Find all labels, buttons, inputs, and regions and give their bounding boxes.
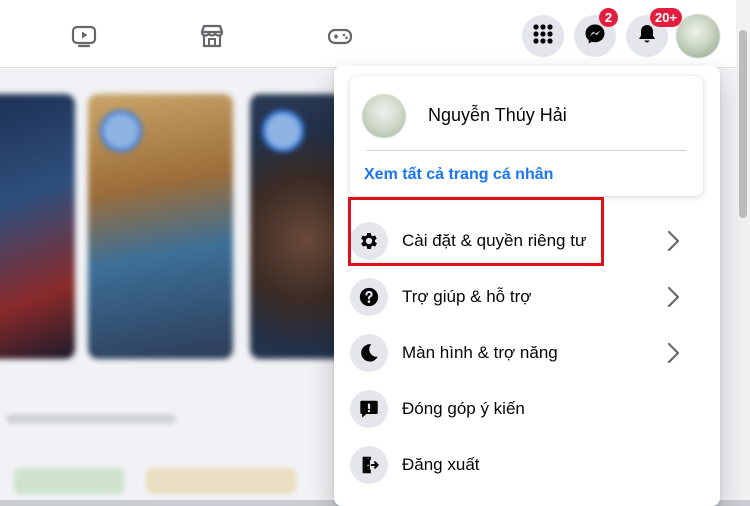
menu-item-display-accessibility[interactable]: Màn hình & trợ năng	[350, 334, 704, 382]
feedback-icon	[350, 390, 388, 428]
divider	[366, 150, 686, 151]
watch-icon[interactable]	[70, 22, 98, 50]
account-dropdown-menu: Nguyễn Thúy Hải Xem tất cả trang cá nhân…	[334, 66, 720, 506]
profile-avatar	[362, 94, 406, 138]
top-navigation-bar: 2 20+	[0, 0, 750, 68]
story-card	[250, 94, 345, 359]
menu-item-label: Đóng góp ý kiến	[402, 399, 525, 418]
menu-item-label: Màn hình & trợ năng	[402, 343, 558, 362]
bell-icon	[636, 23, 658, 50]
story-card	[0, 94, 75, 359]
feed-chip	[14, 468, 124, 494]
messenger-badge: 2	[599, 8, 618, 27]
menu-item-logout[interactable]: Đăng xuất	[350, 446, 704, 494]
gaming-icon[interactable]	[326, 22, 354, 50]
highlight-annotation-box	[348, 197, 604, 266]
menu-item-help-support[interactable]: Trợ giúp & hỗ trợ	[350, 278, 704, 326]
chevron-right-icon	[662, 340, 684, 366]
scrollbar-thumb[interactable]	[739, 30, 747, 218]
account-avatar-button[interactable]	[676, 14, 720, 58]
moon-icon	[350, 334, 388, 372]
profile-name: Nguyễn Thúy Hải	[428, 105, 567, 125]
menu-item-give-feedback[interactable]: Đóng góp ý kiến	[350, 390, 704, 438]
help-icon	[350, 278, 388, 316]
menu-item-label: Trợ giúp & hỗ trợ	[402, 287, 532, 306]
notifications-badge: 20+	[650, 8, 683, 27]
story-card	[88, 94, 233, 359]
feed-composer-placeholder	[6, 414, 176, 424]
chevron-right-icon	[662, 228, 684, 254]
scrollbar[interactable]	[736, 0, 750, 500]
feed-chip	[146, 468, 296, 494]
grid-menu-icon	[532, 23, 554, 50]
chevron-right-icon	[662, 284, 684, 310]
messenger-button[interactable]: 2	[574, 8, 618, 57]
marketplace-icon[interactable]	[198, 22, 226, 50]
see-all-profiles-link[interactable]: Xem tất cả trang cá nhân	[364, 166, 553, 184]
menu-item-label: Đăng xuất	[402, 455, 480, 474]
messenger-icon	[584, 23, 606, 50]
logout-icon	[350, 446, 388, 484]
profile-card[interactable]: Nguyễn Thúy Hải Xem tất cả trang cá nhân	[350, 76, 703, 196]
notifications-button[interactable]: 20+	[626, 8, 683, 57]
menu-grid-button[interactable]	[522, 15, 564, 57]
